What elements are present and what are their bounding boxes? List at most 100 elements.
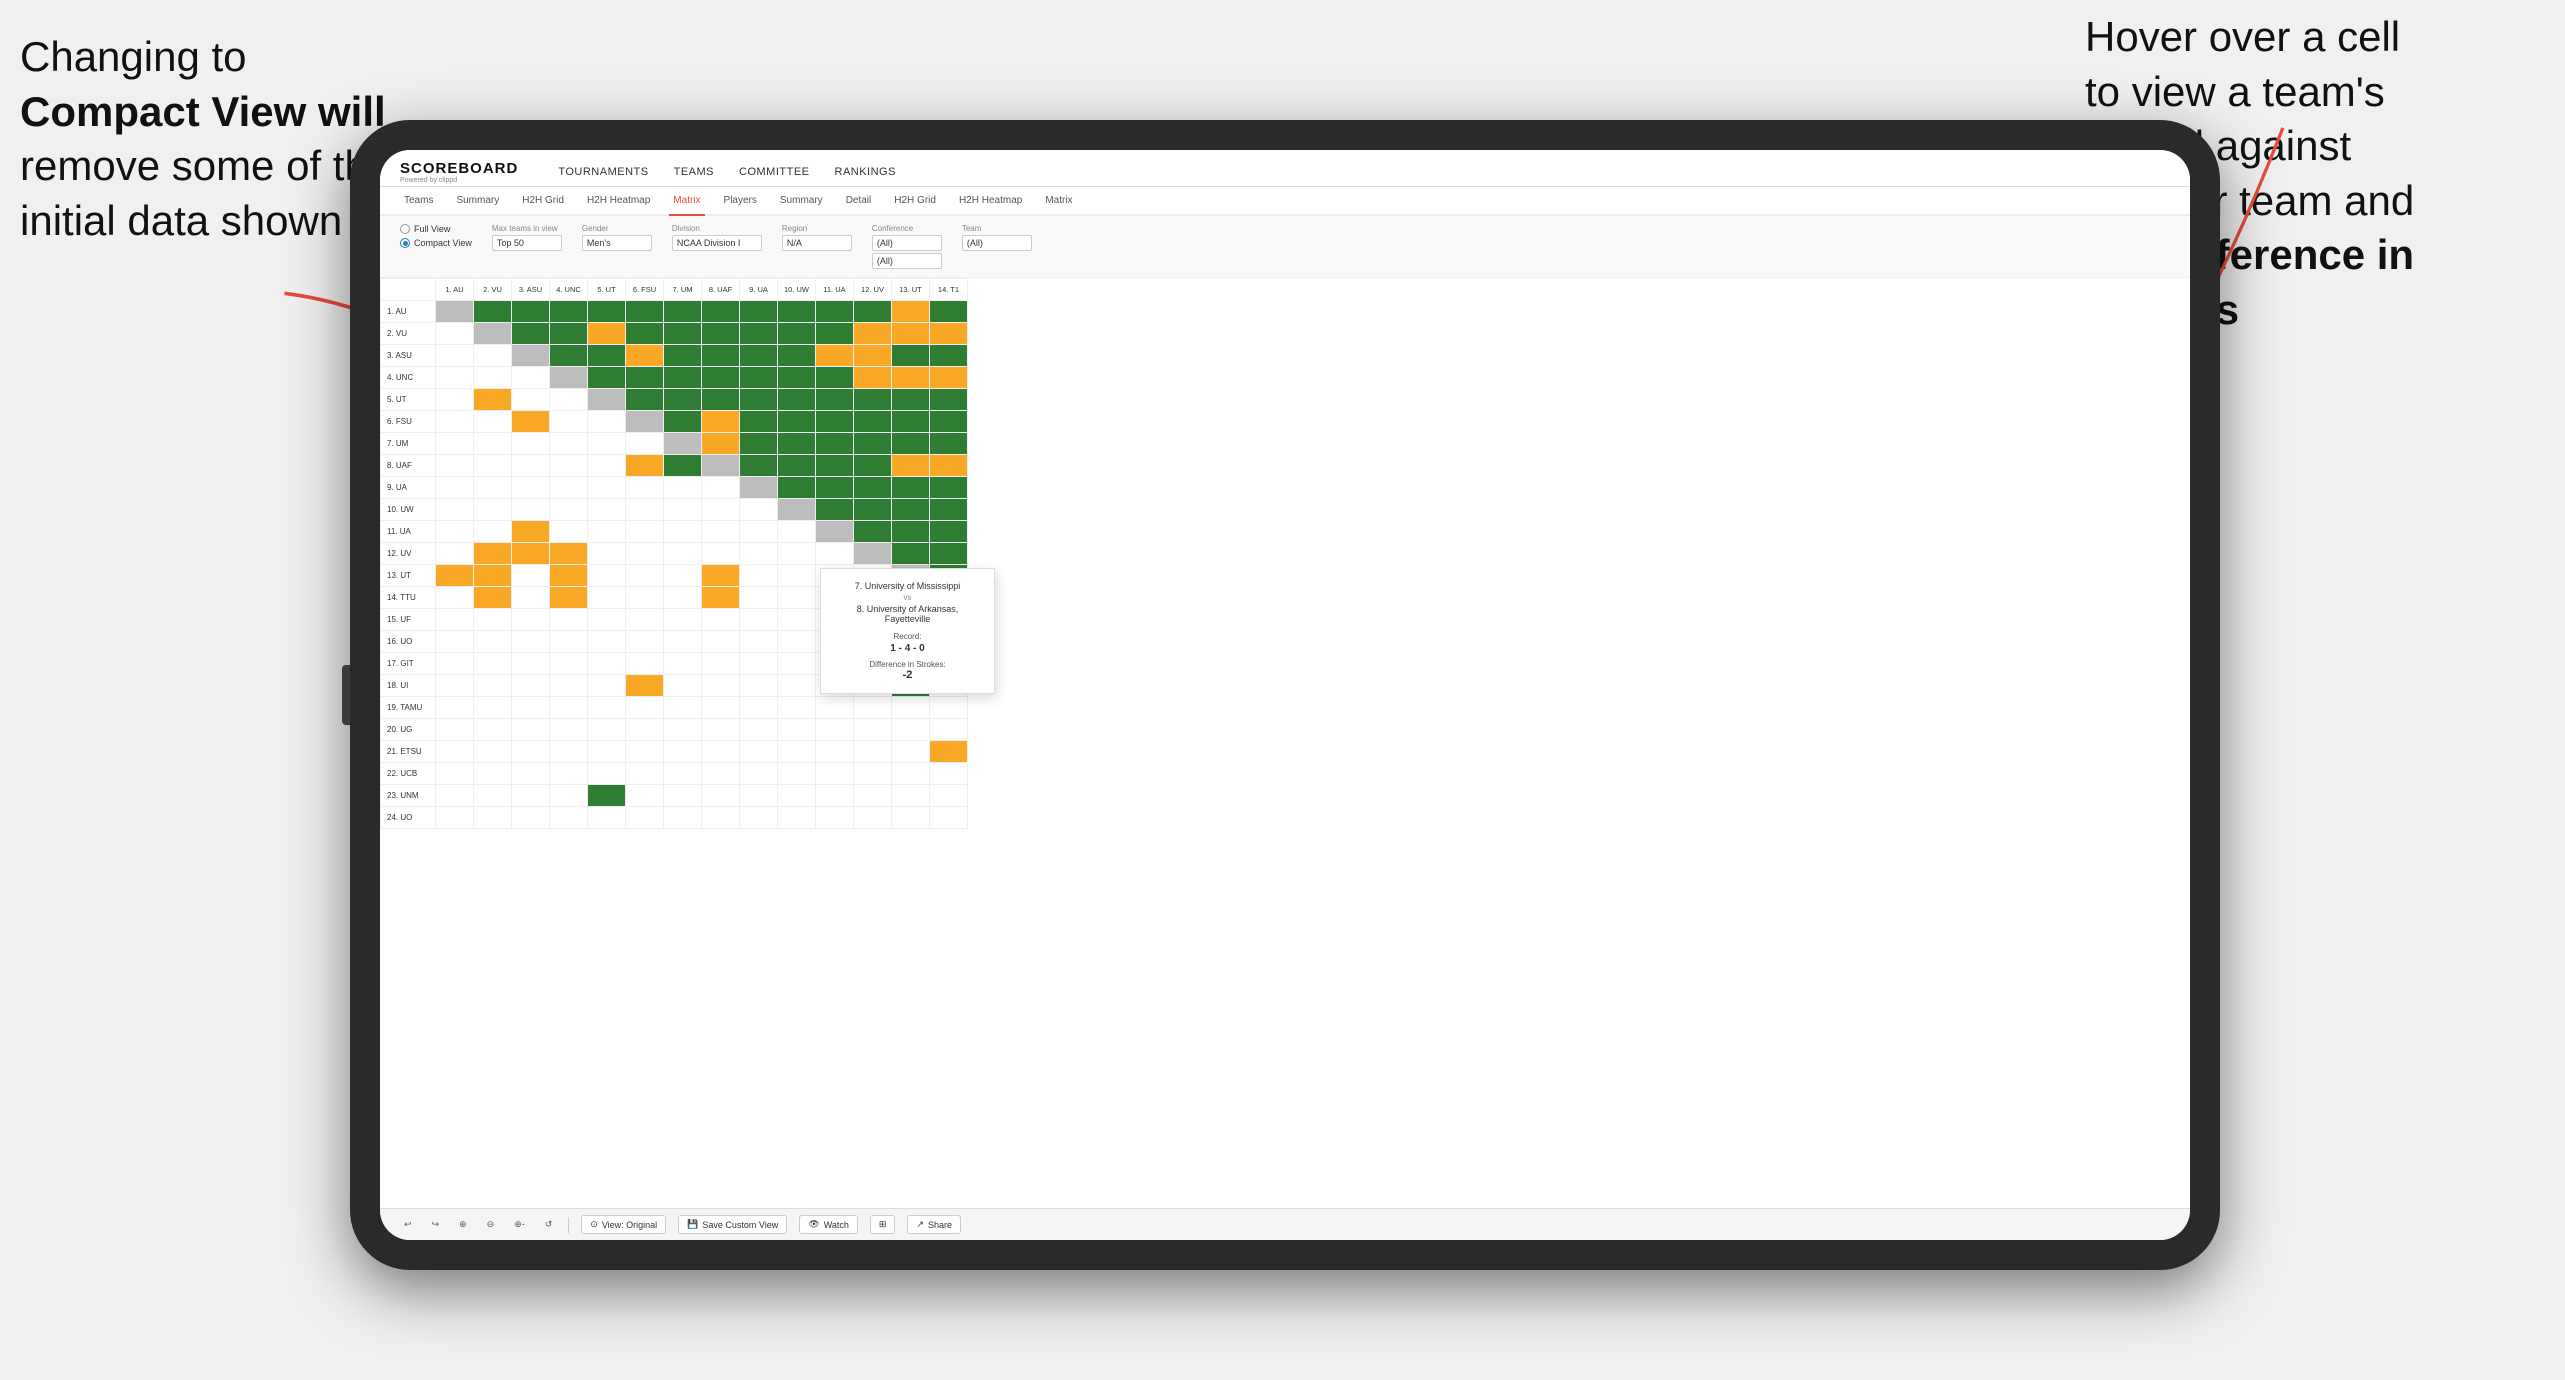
- matrix-cell[interactable]: [512, 741, 550, 763]
- matrix-cell[interactable]: [588, 389, 626, 411]
- subnav-players[interactable]: Players: [720, 187, 761, 214]
- matrix-cell[interactable]: [892, 323, 930, 345]
- matrix-cell[interactable]: [664, 521, 702, 543]
- matrix-cell[interactable]: [474, 543, 512, 565]
- matrix-container[interactable]: 1. AU 2. VU 3. ASU 4. UNC 5. UT 6. FSU 7…: [380, 278, 2190, 1208]
- matrix-cell[interactable]: [512, 455, 550, 477]
- matrix-cell[interactable]: [436, 543, 474, 565]
- full-view-option[interactable]: Full View: [400, 224, 472, 234]
- matrix-cell[interactable]: [854, 433, 892, 455]
- matrix-cell[interactable]: [626, 785, 664, 807]
- matrix-cell[interactable]: [778, 785, 816, 807]
- matrix-cell[interactable]: [664, 323, 702, 345]
- compact-view-radio[interactable]: [400, 238, 410, 248]
- matrix-cell[interactable]: [740, 785, 778, 807]
- matrix-cell[interactable]: [550, 499, 588, 521]
- matrix-cell[interactable]: [512, 521, 550, 543]
- matrix-cell[interactable]: [702, 323, 740, 345]
- matrix-cell[interactable]: [512, 675, 550, 697]
- matrix-cell[interactable]: [588, 587, 626, 609]
- matrix-cell[interactable]: [474, 609, 512, 631]
- matrix-cell[interactable]: [436, 389, 474, 411]
- matrix-cell[interactable]: [892, 345, 930, 367]
- matrix-cell[interactable]: [474, 367, 512, 389]
- matrix-cell[interactable]: [892, 543, 930, 565]
- matrix-cell[interactable]: [816, 455, 854, 477]
- matrix-cell[interactable]: [626, 499, 664, 521]
- matrix-cell[interactable]: [436, 653, 474, 675]
- matrix-cell[interactable]: [664, 411, 702, 433]
- matrix-cell[interactable]: [702, 411, 740, 433]
- filter-region-select[interactable]: N/A: [782, 235, 852, 251]
- matrix-cell[interactable]: [550, 653, 588, 675]
- matrix-cell[interactable]: [436, 697, 474, 719]
- matrix-cell[interactable]: [816, 785, 854, 807]
- matrix-cell[interactable]: [512, 411, 550, 433]
- filter-team-select[interactable]: (All): [962, 235, 1032, 251]
- matrix-cell[interactable]: [474, 807, 512, 829]
- matrix-cell[interactable]: [892, 741, 930, 763]
- matrix-cell[interactable]: [550, 367, 588, 389]
- matrix-cell[interactable]: [626, 345, 664, 367]
- matrix-cell[interactable]: [702, 653, 740, 675]
- matrix-cell[interactable]: [854, 323, 892, 345]
- toolbar-zoom-out[interactable]: ⊖: [483, 1217, 499, 1232]
- matrix-cell[interactable]: [854, 697, 892, 719]
- matrix-cell[interactable]: [474, 477, 512, 499]
- matrix-cell[interactable]: [816, 521, 854, 543]
- matrix-cell[interactable]: [854, 785, 892, 807]
- matrix-cell[interactable]: [436, 785, 474, 807]
- matrix-cell[interactable]: [474, 719, 512, 741]
- matrix-cell[interactable]: [892, 499, 930, 521]
- matrix-cell[interactable]: [702, 367, 740, 389]
- matrix-cell[interactable]: [550, 477, 588, 499]
- matrix-cell[interactable]: [588, 411, 626, 433]
- matrix-cell[interactable]: [778, 367, 816, 389]
- matrix-cell[interactable]: [702, 697, 740, 719]
- matrix-cell[interactable]: [512, 389, 550, 411]
- matrix-cell[interactable]: [892, 521, 930, 543]
- matrix-cell[interactable]: [588, 477, 626, 499]
- matrix-cell[interactable]: [626, 389, 664, 411]
- matrix-cell[interactable]: [474, 741, 512, 763]
- matrix-cell[interactable]: [702, 763, 740, 785]
- matrix-cell[interactable]: [854, 763, 892, 785]
- matrix-cell[interactable]: [740, 763, 778, 785]
- matrix-cell[interactable]: [702, 433, 740, 455]
- matrix-cell[interactable]: [436, 477, 474, 499]
- matrix-cell[interactable]: [854, 521, 892, 543]
- matrix-cell[interactable]: [588, 499, 626, 521]
- subnav-h2hgrid1[interactable]: H2H Grid: [518, 187, 568, 214]
- matrix-cell[interactable]: [436, 741, 474, 763]
- matrix-cell[interactable]: [512, 631, 550, 653]
- matrix-cell[interactable]: [664, 807, 702, 829]
- matrix-cell[interactable]: [816, 719, 854, 741]
- matrix-cell[interactable]: [702, 565, 740, 587]
- matrix-cell[interactable]: [740, 565, 778, 587]
- matrix-cell[interactable]: [740, 301, 778, 323]
- matrix-cell[interactable]: [436, 433, 474, 455]
- matrix-cell[interactable]: [588, 521, 626, 543]
- matrix-cell[interactable]: [512, 301, 550, 323]
- matrix-cell[interactable]: [550, 763, 588, 785]
- matrix-cell[interactable]: [664, 565, 702, 587]
- toolbar-table-options[interactable]: ⊞: [870, 1215, 896, 1234]
- matrix-cell[interactable]: [702, 345, 740, 367]
- matrix-cell[interactable]: [436, 323, 474, 345]
- matrix-cell[interactable]: [740, 741, 778, 763]
- matrix-cell[interactable]: [930, 323, 968, 345]
- matrix-cell[interactable]: [854, 741, 892, 763]
- matrix-cell[interactable]: [740, 499, 778, 521]
- matrix-cell[interactable]: [930, 455, 968, 477]
- matrix-cell[interactable]: [854, 411, 892, 433]
- matrix-cell[interactable]: [816, 389, 854, 411]
- matrix-cell[interactable]: [854, 807, 892, 829]
- matrix-cell[interactable]: [816, 477, 854, 499]
- matrix-cell[interactable]: [588, 323, 626, 345]
- matrix-cell[interactable]: [816, 323, 854, 345]
- matrix-cell[interactable]: [664, 543, 702, 565]
- matrix-cell[interactable]: [550, 433, 588, 455]
- matrix-cell[interactable]: [474, 521, 512, 543]
- matrix-cell[interactable]: [778, 389, 816, 411]
- matrix-cell[interactable]: [854, 543, 892, 565]
